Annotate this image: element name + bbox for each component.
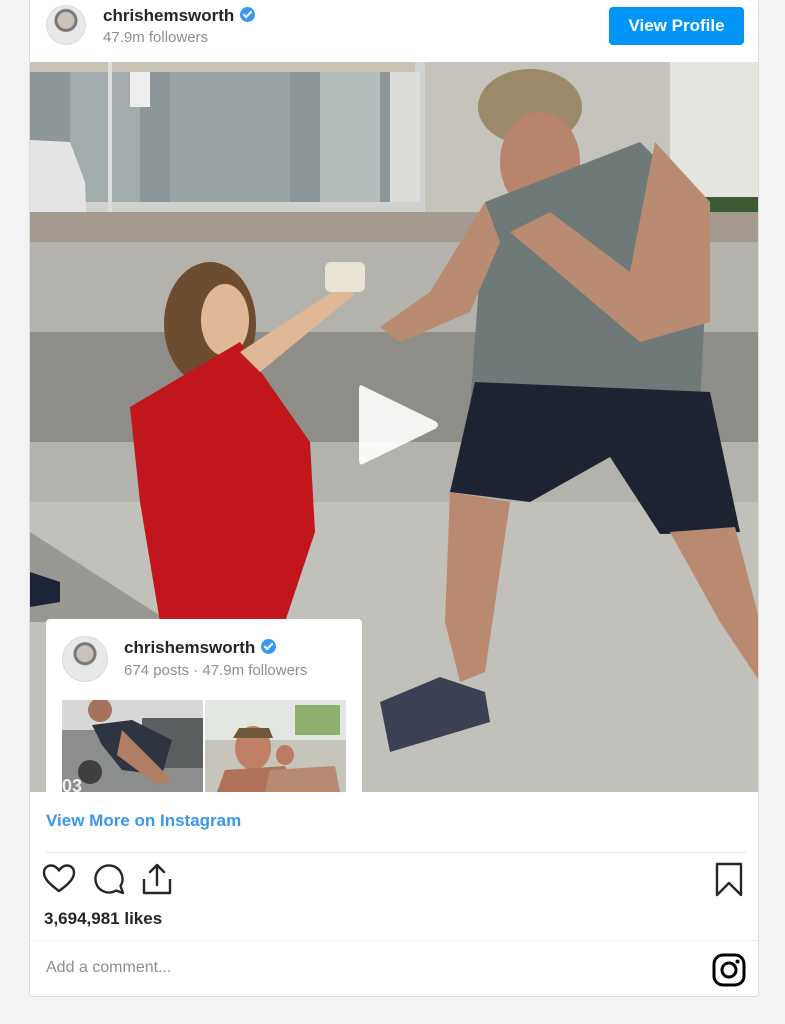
username[interactable]: chrishemsworth xyxy=(103,6,234,25)
profile-card-avatar[interactable] xyxy=(62,636,108,682)
play-icon[interactable] xyxy=(355,380,441,470)
comment-input[interactable] xyxy=(44,958,648,978)
verified-badge-icon xyxy=(261,639,277,654)
instagram-icon[interactable] xyxy=(712,953,746,987)
divider xyxy=(46,852,746,853)
profile-thumbnail[interactable]: 03 xyxy=(62,700,203,792)
post-header: chrishemsworth 47.9m followers View Prof… xyxy=(30,0,758,62)
view-more-link[interactable]: View More on Instagram xyxy=(46,811,241,831)
profile-card-stats: 674 posts · 47.9m followers xyxy=(124,662,308,679)
comment-icon[interactable] xyxy=(92,862,126,896)
view-profile-button[interactable]: View Profile xyxy=(609,7,744,45)
profile-preview-card[interactable]: chrishemsworth 674 posts · 47.9m followe… xyxy=(46,619,362,792)
svg-text:03: 03 xyxy=(62,776,82,792)
username-line[interactable]: chrishemsworth xyxy=(103,6,256,26)
share-icon[interactable] xyxy=(140,862,174,896)
profile-card-username[interactable]: chrishemsworth xyxy=(124,638,255,657)
heart-icon[interactable] xyxy=(42,862,76,896)
profile-thumbnail[interactable] xyxy=(205,700,346,792)
instagram-embed-card: chrishemsworth 47.9m followers View Prof… xyxy=(29,0,759,997)
bookmark-icon[interactable] xyxy=(714,862,744,898)
avatar[interactable] xyxy=(46,5,86,45)
divider xyxy=(30,940,758,941)
like-count: 3,694,981 likes xyxy=(44,909,163,928)
verified-badge-icon xyxy=(240,7,256,22)
follower-count: 47.9m followers xyxy=(103,29,209,46)
profile-card-username-line[interactable]: chrishemsworth xyxy=(124,638,277,658)
video-media[interactable]: chrishemsworth 674 posts · 47.9m followe… xyxy=(30,62,758,792)
